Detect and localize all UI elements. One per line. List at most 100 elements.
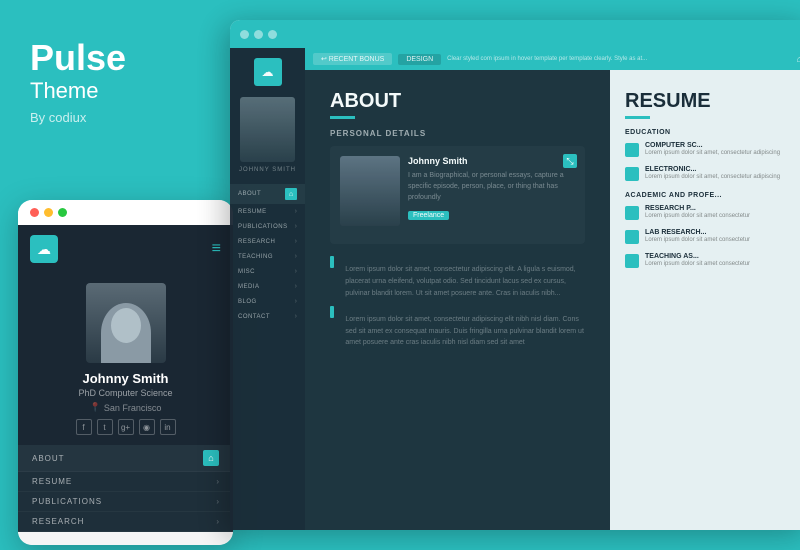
desk-avatar-image [240, 97, 295, 162]
desk-nav-resume[interactable]: RESUME › [230, 204, 305, 219]
profile-card-avatar [340, 156, 400, 226]
nav-item-resume[interactable]: RESUME › [18, 472, 233, 492]
nav-label-resume: RESUME [32, 477, 72, 486]
resume-item-text-2: Lorem ipsum dolor sit amet, consectetur … [645, 173, 780, 182]
nav-arrow-publications: › [216, 497, 219, 506]
mobile-header: ☁ ≡ [18, 225, 233, 273]
desk-nav-teach-label: TEACHING [238, 254, 273, 260]
resume-item-title-2: ELECTRONIC... [645, 166, 780, 173]
desk-nav-contact-label: CONTACT [238, 314, 270, 320]
profile-card-name: Johnny Smith [408, 156, 575, 166]
nav-home-icon: ⌂ [203, 450, 219, 466]
desk-avatar [240, 97, 295, 162]
content-body: Lorem ipsum dolor sit amet, consectetur … [330, 256, 585, 300]
expand-icon[interactable]: ⤡ [563, 154, 577, 168]
desk-nav-about[interactable]: ABOUT ⌂ [230, 184, 305, 204]
avatar-image [86, 283, 166, 363]
desktop-dot-1 [240, 30, 249, 39]
desktop-dot-3 [268, 30, 277, 39]
desktop-sidebar: ☁ JOHNNY SMITH ABOUT ⌂ RESUME › PUBLICAT… [230, 48, 305, 530]
desktop-dot-2 [254, 30, 263, 39]
addressbar-url: Clear styled com ipsum in hover template… [447, 56, 790, 62]
resume-dot-4 [625, 230, 639, 244]
nav-item-about[interactable]: ABOUT ⌂ [18, 445, 233, 472]
social-links: f t g+ ◉ in [76, 419, 176, 435]
hamburger-icon[interactable]: ≡ [212, 240, 221, 258]
desk-nav-about-label: ABOUT [238, 191, 261, 197]
desk-nav-publications[interactable]: PUBLICATIONS › [230, 219, 305, 234]
resume-item-text-4: Lorem ipsum dolor sit amet consectetur [645, 236, 750, 245]
brand-subtitle: Theme [30, 78, 200, 104]
resume-item-text-3: Lorem ipsum dolor sit amet consectetur [645, 212, 750, 221]
nav-label-publications: PUBLICATIONS [32, 497, 102, 506]
content-body-2: Lorem ipsum dolor sit amet, consectetur … [330, 306, 585, 350]
about-section: ABOUT PERSONAL DETAILS ⤡ Johnny Smith [305, 70, 610, 530]
mobile-dot-red [30, 208, 39, 217]
resume-item-title-3: RESEARCH P... [645, 205, 750, 212]
google-icon[interactable]: g+ [118, 419, 134, 435]
desktop-main: ↩ RECENT BONUS DESIGN Clear styled com i… [305, 48, 800, 530]
desk-nav-misc-label: MISC [238, 269, 255, 275]
dribbble-icon[interactable]: ◉ [139, 419, 155, 435]
desk-nav-contact[interactable]: CONTACT › [230, 309, 305, 324]
mobile-dot-green [58, 208, 67, 217]
teal-accent-2 [330, 306, 334, 318]
profile-card-tag: Freelance [408, 211, 449, 220]
desk-nav: ABOUT ⌂ RESUME › PUBLICATIONS › RESEARCH… [230, 184, 305, 324]
profile-location: 📍 San Francisco [90, 402, 162, 413]
desk-nav-teaching[interactable]: TEACHING › [230, 249, 305, 264]
resume-divider [625, 116, 650, 119]
nav-item-publications[interactable]: PUBLICATIONS › [18, 492, 233, 512]
content-num: .01 [32, 544, 219, 545]
desk-cloud-icon[interactable]: ☁ [254, 58, 282, 86]
desk-nav-home-icon: ⌂ [285, 188, 297, 200]
resume-title: RESUME [625, 90, 795, 113]
mobile-profile: Johnny Smith PhD Computer Science 📍 San … [18, 273, 233, 445]
resume-item-5: TEACHING AS... Lorem ipsum dolor sit ame… [625, 253, 795, 269]
desk-nav-media-label: MEDIA [238, 284, 260, 290]
linkedin-icon[interactable]: in [160, 419, 176, 435]
desk-nav-res-label: RESEARCH [238, 239, 275, 245]
desk-nav-misc[interactable]: MISC › [230, 264, 305, 279]
desk-nav-pub-label: PUBLICATIONS [238, 224, 288, 230]
desk-nav-blog[interactable]: BLOG › [230, 294, 305, 309]
desk-nav-research[interactable]: RESEARCH › [230, 234, 305, 249]
desk-nav-media[interactable]: MEDIA › [230, 279, 305, 294]
desk-nav-resume-arrow: › [295, 208, 297, 215]
resume-dot-5 [625, 254, 639, 268]
facebook-icon[interactable]: f [76, 419, 92, 435]
profile-title: PhD Computer Science [78, 388, 172, 398]
resume-item-4: LAB RESEARCH... Lorem ipsum dolor sit am… [625, 229, 795, 245]
avatar [86, 283, 166, 363]
face-silhouette [101, 303, 151, 363]
desktop-mockup: ☁ JOHNNY SMITH ABOUT ⌂ RESUME › PUBLICAT… [230, 20, 800, 530]
profile-card-header: Johnny Smith I am a Biographical, or per… [340, 156, 575, 226]
mobile-mockup: ☁ ≡ Johnny Smith PhD Computer Science 📍 … [18, 200, 233, 545]
resume-item-text-1: Lorem ipsum dolor sit amet, consectetur … [645, 149, 780, 158]
desk-nav-blog-label: BLOG [238, 299, 257, 305]
resume-item-content-5: TEACHING AS... Lorem ipsum dolor sit ame… [645, 253, 750, 269]
mobile-titlebar [18, 200, 233, 225]
addressbar-home-icon[interactable]: ⌂ [797, 54, 800, 64]
resume-item-content-4: LAB RESEARCH... Lorem ipsum dolor sit am… [645, 229, 750, 245]
addressbar-tab-design[interactable]: DESIGN [398, 54, 441, 65]
desktop-titlebar [230, 20, 800, 48]
resume-item-content-1: COMPUTER SC... Lorem ipsum dolor sit ame… [645, 142, 780, 158]
desktop-addressbar: ↩ RECENT BONUS DESIGN Clear styled com i… [305, 48, 800, 70]
cloud-icon[interactable]: ☁ [30, 235, 58, 263]
location-icon: 📍 [90, 402, 101, 413]
resume-item-title-5: TEACHING AS... [645, 253, 750, 260]
resume-item-2: ELECTRONIC... Lorem ipsum dolor sit amet… [625, 166, 795, 182]
twitter-icon[interactable]: t [97, 419, 113, 435]
resume-item-content-3: RESEARCH P... Lorem ipsum dolor sit amet… [645, 205, 750, 221]
desktop-content: ABOUT PERSONAL DETAILS ⤡ Johnny Smith [305, 70, 800, 530]
resume-cat-academic: ACADEMIC AND PROFE... [625, 192, 795, 199]
resume-item-title-1: COMPUTER SC... [645, 142, 780, 149]
resume-item-3: RESEARCH P... Lorem ipsum dolor sit amet… [625, 205, 795, 221]
desk-nav-contact-arrow: › [295, 313, 297, 320]
resume-cat-education: EDUCATION [625, 129, 795, 136]
nav-item-research[interactable]: RESEARCH › [18, 512, 233, 532]
desk-nav-media-arrow: › [295, 283, 297, 290]
addressbar-tab-recent[interactable]: ↩ RECENT BONUS [313, 53, 392, 65]
resume-item-content-2: ELECTRONIC... Lorem ipsum dolor sit amet… [645, 166, 780, 182]
